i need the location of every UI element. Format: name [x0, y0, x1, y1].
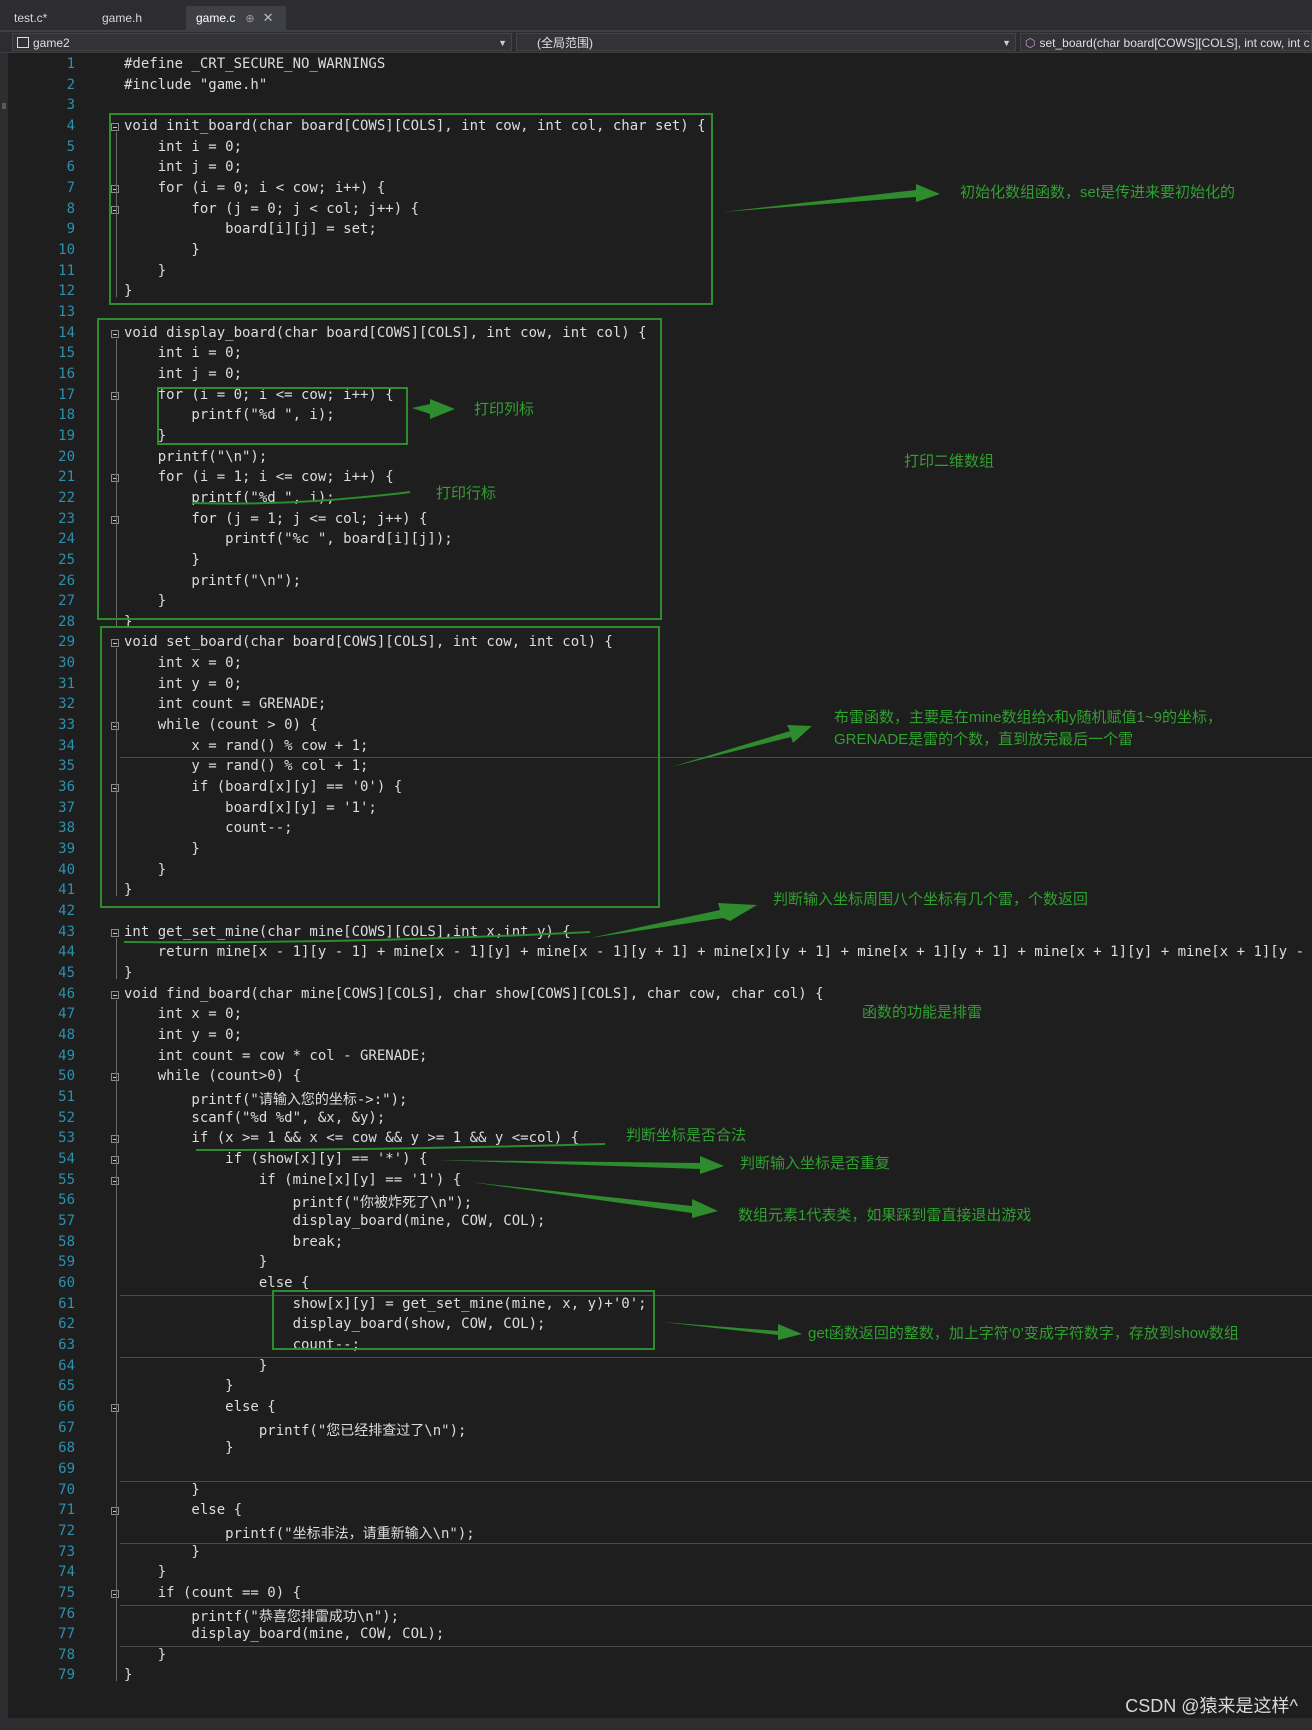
- arrow-get: [590, 903, 757, 938]
- box-get-return: [272, 1290, 655, 1350]
- arrow-mine1: [470, 1182, 718, 1218]
- arrow-init: [722, 184, 940, 212]
- arrow-getret: [662, 1322, 802, 1340]
- annotation-get: 判断输入坐标周围八个坐标有几个雷，个数返回: [773, 891, 1089, 908]
- annotation-init: 初始化数组函数，set是传进来要初始化的: [960, 184, 1236, 201]
- annotation-find: 函数的功能是排雷: [862, 1004, 983, 1021]
- annotation-col-label: 打印列标: [474, 401, 535, 418]
- underline-get: [123, 931, 591, 944]
- box-set-board: [100, 626, 660, 908]
- annotation-mine1: 数组元素1代表类，如果踩到雷直接退出游戏: [738, 1207, 1032, 1224]
- annotation-getret: get函数返回的整数，加上字符‘0’变成字符数字，存放到show数组: [808, 1325, 1239, 1342]
- box-init-board: [109, 113, 713, 305]
- annotation-legal: 判断坐标是否合法: [626, 1127, 747, 1144]
- watermark: CSDN @猿来是这样^: [1125, 1696, 1298, 1716]
- annotation-display: 打印二维数组: [904, 453, 995, 470]
- annotation-repeat: 判断输入坐标是否重复: [740, 1155, 891, 1172]
- status-bar: [0, 1718, 1312, 1730]
- annotation-row-label: 打印行标: [436, 485, 497, 502]
- underline-legal: [195, 1143, 606, 1151]
- annotation-set-2: GRENADE是雷的个数，直到放完最后一个雷: [834, 731, 1134, 748]
- arrow-repeat: [437, 1156, 724, 1174]
- box-print-col: [157, 387, 408, 445]
- annotation-set-1: 布雷函数，主要是在mine数组给x和y随机赋值1~9的坐标，: [834, 709, 1222, 726]
- box-display-board: [97, 318, 662, 620]
- arrow-set: [671, 725, 812, 767]
